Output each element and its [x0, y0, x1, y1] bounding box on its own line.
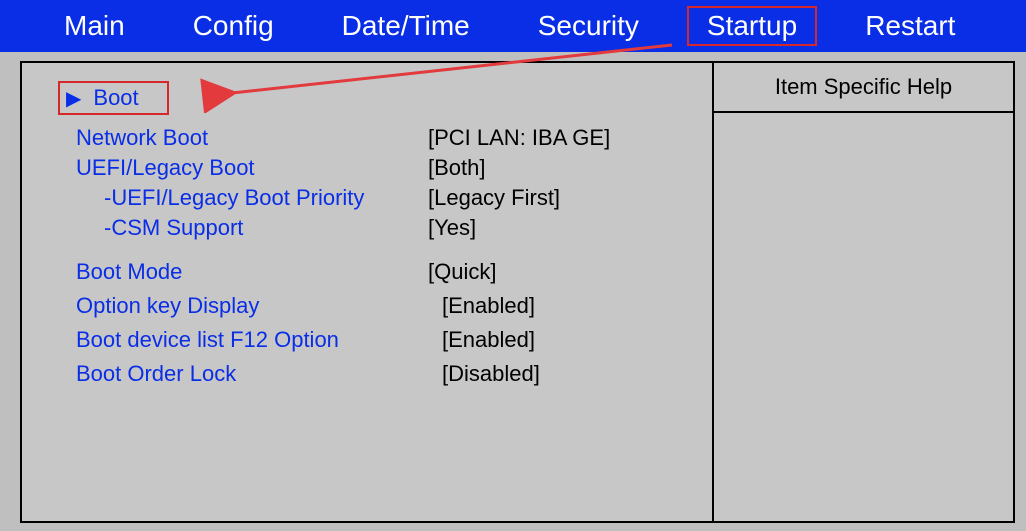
bios-menubar: Main Config Date/Time Security Startup R…	[0, 0, 1026, 52]
boot-highlight-box: ▶ Boot	[58, 81, 169, 115]
setting-value: [Quick]	[428, 259, 496, 285]
setting-value: [Both]	[428, 155, 485, 181]
setting-label: Boot Mode	[76, 259, 428, 285]
menu-restart[interactable]: Restart	[831, 6, 989, 46]
setting-label: -UEFI/Legacy Boot Priority	[76, 185, 428, 211]
menu-security[interactable]: Security	[504, 6, 673, 46]
setting-label: Network Boot	[76, 125, 428, 151]
setting-row[interactable]: Boot Order Lock [Disabled]	[76, 361, 698, 387]
boot-submenu-row[interactable]: ▶ Boot	[58, 81, 698, 115]
setting-label: Option key Display	[76, 293, 428, 319]
setting-row[interactable]: -CSM Support [Yes]	[76, 215, 698, 241]
setting-value: [Disabled]	[442, 361, 540, 387]
setting-value: [PCI LAN: IBA GE]	[428, 125, 610, 151]
menu-startup[interactable]: Startup	[687, 6, 817, 46]
setting-value: [Enabled]	[442, 327, 535, 353]
setting-label: UEFI/Legacy Boot	[76, 155, 428, 181]
menu-main[interactable]: Main	[30, 6, 159, 46]
setting-row[interactable]: Boot Mode [Quick]	[76, 259, 698, 285]
setting-row[interactable]: UEFI/Legacy Boot [Both]	[76, 155, 698, 181]
setting-label: -CSM Support	[76, 215, 428, 241]
setting-row[interactable]: -UEFI/Legacy Boot Priority [Legacy First…	[76, 185, 698, 211]
setting-row[interactable]: Option key Display [Enabled]	[76, 293, 698, 319]
content-frame: ▶ Boot Network Boot [PCI LAN: IBA GE] UE…	[20, 61, 1015, 523]
setting-label: Boot Order Lock	[76, 361, 428, 387]
help-panel-title: Item Specific Help	[714, 63, 1013, 113]
boot-label: Boot	[93, 85, 138, 111]
setting-row[interactable]: Boot device list F12 Option [Enabled]	[76, 327, 698, 353]
settings-panel: ▶ Boot Network Boot [PCI LAN: IBA GE] UE…	[22, 63, 712, 521]
setting-label: Boot device list F12 Option	[76, 327, 428, 353]
menu-config[interactable]: Config	[159, 6, 308, 46]
triangle-right-icon: ▶	[66, 86, 81, 111]
setting-value: [Yes]	[428, 215, 476, 241]
help-panel: Item Specific Help	[712, 63, 1013, 521]
menu-datetime[interactable]: Date/Time	[308, 6, 504, 46]
setting-row[interactable]: Network Boot [PCI LAN: IBA GE]	[76, 125, 698, 151]
setting-value: [Legacy First]	[428, 185, 560, 211]
setting-value: [Enabled]	[442, 293, 535, 319]
